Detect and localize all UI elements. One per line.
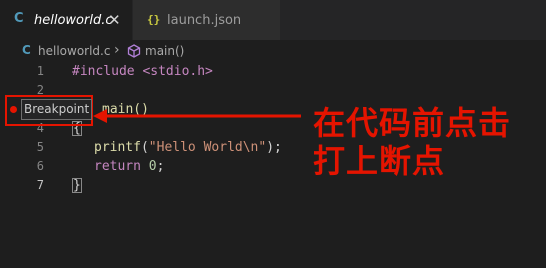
code-text: return 0;: [94, 159, 164, 174]
string-literal: "Hello World\n": [148, 140, 267, 155]
code-punct: (: [140, 140, 149, 155]
code-punct: );: [266, 140, 282, 155]
close-icon[interactable]: ✕: [108, 11, 121, 29]
breakpoint-dot-icon[interactable]: [10, 106, 17, 113]
line-number[interactable]: 5: [14, 140, 44, 154]
breakpoint-tooltip: Breakpoint: [21, 99, 93, 120]
tab-bar: C helloworld.c ✕ {} launch.json: [0, 0, 546, 40]
keyword: return: [94, 159, 141, 174]
tab-helloworld[interactable]: C helloworld.c ✕: [0, 0, 132, 40]
function-name: printf: [94, 140, 141, 155]
matching-brace: }: [72, 178, 82, 193]
breadcrumb-file[interactable]: helloworld.c: [38, 44, 110, 58]
line-number[interactable]: 7: [14, 178, 44, 192]
annotation-line-1: 在代码前点击: [313, 104, 512, 142]
code-punct: ;: [156, 159, 165, 174]
code-text: #include <stdio.h>: [72, 64, 213, 79]
breadcrumb: C helloworld.c › main(): [0, 40, 546, 62]
code-line: 1 #include <stdio.h>: [0, 62, 546, 81]
code-text: }: [72, 178, 82, 193]
tab-label: helloworld.c: [34, 13, 113, 28]
annotation-arrow-icon: [93, 109, 301, 123]
breadcrumb-symbol[interactable]: main(): [145, 44, 184, 58]
json-file-icon: {}: [147, 13, 161, 26]
line-number[interactable]: 1: [14, 64, 44, 78]
c-file-icon: C: [22, 43, 31, 57]
tab-label: launch.json: [167, 13, 242, 28]
code-text: printf("Hello World\n");: [94, 140, 282, 155]
line-number[interactable]: 6: [14, 159, 44, 173]
c-file-icon: C: [14, 11, 24, 26]
tab-launch-json[interactable]: {} launch.json: [132, 0, 280, 40]
function-symbol-icon: [127, 44, 141, 58]
number-literal: 0: [148, 159, 157, 174]
breadcrumb-separator: ›: [114, 42, 120, 58]
annotation-line-2: 打上断点: [313, 142, 446, 180]
